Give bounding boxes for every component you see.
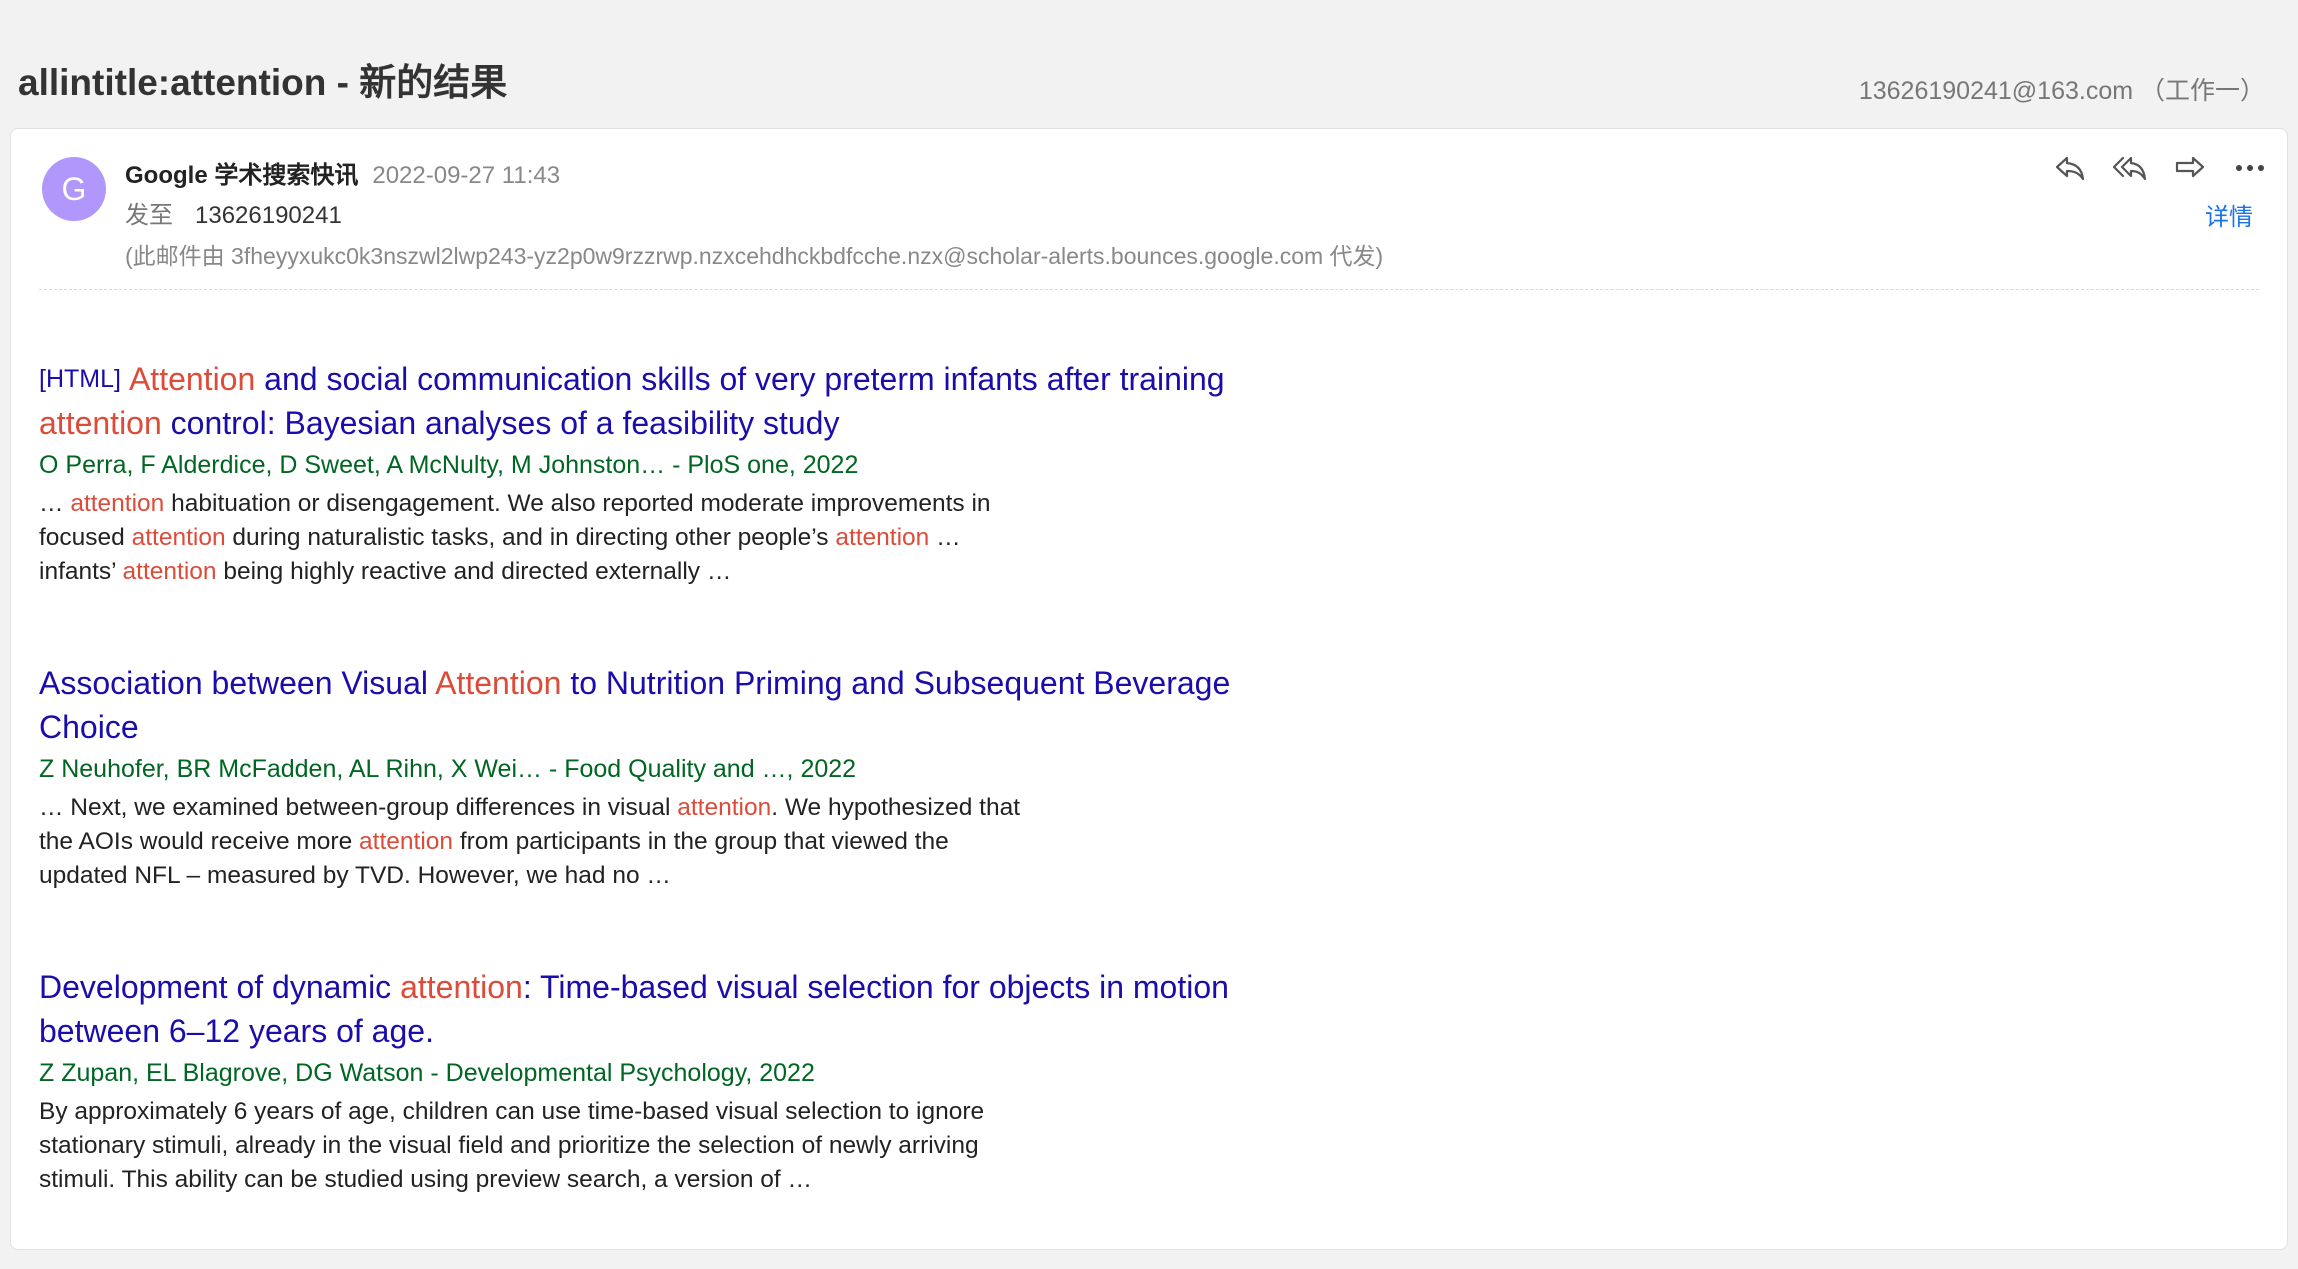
reply-icon[interactable] [2053, 151, 2087, 185]
highlight-term: attention [131, 524, 226, 551]
snippet-text: being highly reactive and directed exter… [216, 558, 732, 585]
snippet-text: By approximately 6 years of age, childre… [39, 1098, 985, 1193]
highlight-term: attention [835, 524, 930, 551]
highlight-term: attention [677, 794, 772, 821]
mail-header-bar: allintitle:attention - 新的结果 13626190241@… [0, 0, 2298, 126]
sent-time: 2022-09-27 11:43 [372, 162, 561, 189]
title-text: control: Bayesian analyses of a feasibil… [161, 405, 840, 441]
title-text: Association between Visual [39, 665, 436, 701]
highlight-term: attention [70, 490, 165, 517]
result-authors: Z Neuhofer, BR McFadden, AL Rihn, X Wei…… [39, 755, 857, 783]
sender-name[interactable]: Google 学术搜索快讯 [125, 162, 358, 189]
result-format-tag: [HTML] [39, 365, 121, 393]
result-snippet: By approximately 6 years of age, childre… [39, 1095, 1039, 1197]
highlight-term: Attention [128, 361, 256, 397]
title-text: Development of dynamic [39, 969, 401, 1005]
result-authors: O Perra, F Alderdice, D Sweet, A McNulty… [39, 451, 859, 479]
snippet-text: … [39, 490, 71, 517]
result-item: [HTML] Attention and social communication… [39, 357, 1239, 589]
forward-icon[interactable] [2173, 151, 2207, 185]
result-snippet: … attention habituation or disengagement… [39, 487, 1039, 589]
recipient-line: 发至 13626190241 [125, 195, 342, 230]
result-title[interactable]: Association between Visual Attention to … [39, 661, 1239, 749]
more-icon[interactable] [2233, 151, 2267, 185]
reply-all-icon[interactable] [2113, 151, 2147, 185]
scholar-results: [HTML] Attention and social communication… [39, 357, 1239, 1269]
result-snippet: … Next, we examined between-group differ… [39, 791, 1039, 893]
highlight-term: attention [39, 405, 162, 441]
snippet-text: … Next, we examined between-group differ… [39, 794, 678, 821]
mail-subject: allintitle:attention - 新的结果 [18, 62, 508, 103]
highlight-term: attention [359, 828, 454, 855]
sender-line: Google 学术搜索快讯 2022-09-27 11:43 [125, 155, 560, 190]
message-actions [2053, 151, 2267, 185]
highlight-term: attention [400, 969, 523, 1005]
highlight-term: attention [122, 558, 217, 585]
result-item: Development of dynamic attention: Time-b… [39, 965, 1239, 1197]
header-divider [39, 289, 2259, 290]
highlight-term: Attention [435, 665, 562, 701]
result-title[interactable]: Development of dynamic attention: Time-b… [39, 965, 1239, 1053]
sender-avatar: G [42, 157, 106, 221]
details-link[interactable]: 详情 [2205, 197, 2253, 232]
title-text: and social communication skills of very … [255, 361, 1225, 397]
proxy-sender-note: (此邮件由 3fheyyxukc0k3nszwl2lwp243-yz2p0w9r… [125, 243, 1384, 269]
account-label: 13626190241@163.com （工作一） [1858, 77, 2265, 105]
recipient[interactable]: 13626190241 [195, 202, 342, 229]
message-card: G Google 学术搜索快讯 2022-09-27 11:43 发至 136261… [10, 128, 2288, 1250]
result-title[interactable]: [HTML] Attention and social communication… [39, 357, 1239, 445]
result-authors: Z Zupan, EL Blagrove, DG Watson - Develo… [39, 1059, 815, 1087]
result-item: Association between Visual Attention to … [39, 661, 1239, 893]
to-label: 发至 [125, 202, 173, 229]
snippet-text: during naturalistic tasks, and in direct… [225, 524, 836, 551]
